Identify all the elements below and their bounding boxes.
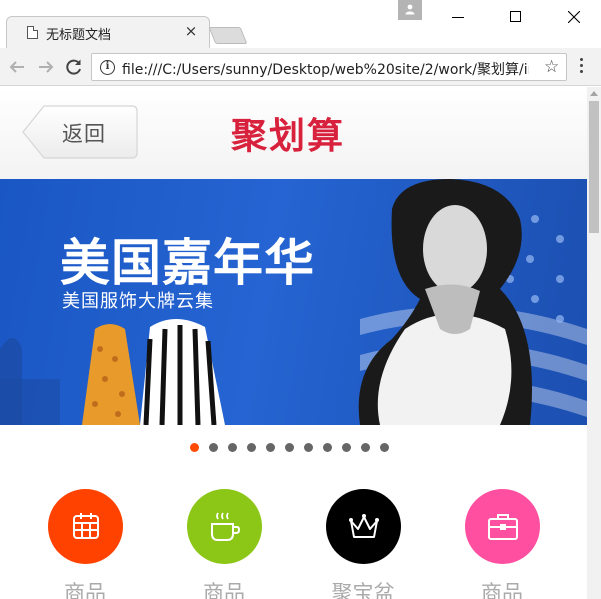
page-header: 返回 聚划算 [0, 87, 587, 179]
category-label: 聚宝盆 [331, 581, 395, 599]
carousel-dot[interactable] [361, 443, 370, 452]
carousel-dot[interactable] [190, 443, 199, 452]
browser-menu-icon[interactable] [580, 58, 584, 76]
page-viewport: 返回 聚划算 美国嘉年华 美国服饰大牌云集 商品 商品 聚宝盆 商品 [0, 87, 587, 599]
minimize-icon [452, 17, 464, 18]
site-logo: 聚划算 [231, 115, 346, 157]
category-icon-circle [465, 489, 540, 564]
user-icon [405, 4, 415, 15]
category-item[interactable]: 商品 [46, 489, 124, 599]
minimize-button[interactable] [430, 0, 488, 36]
category-label: 商品 [203, 581, 245, 599]
back-label: 返回 [62, 122, 106, 146]
promo-banner[interactable]: 美国嘉年华 美国服饰大牌云集 [0, 179, 587, 425]
tab-title: 无标题文档 [46, 28, 112, 43]
window-titlebar: 无标题文档 × [0, 0, 601, 48]
back-arrow-icon[interactable] [7, 57, 27, 77]
info-icon[interactable]: i [100, 60, 115, 75]
carousel-indicators [0, 443, 587, 453]
carousel-dot[interactable] [209, 443, 218, 452]
reload-icon[interactable] [64, 57, 84, 77]
new-tab-button[interactable] [208, 27, 248, 44]
carousel-dot[interactable] [323, 443, 332, 452]
browser-tab[interactable]: 无标题文档 × [6, 16, 210, 48]
category-item[interactable]: 商品 [463, 489, 541, 599]
tab-close-icon[interactable]: × [183, 22, 199, 40]
carousel-dot[interactable] [285, 443, 294, 452]
back-button[interactable]: 返回 [22, 105, 138, 159]
carousel-dot[interactable] [228, 443, 237, 452]
banner-subtitle: 美国服饰大牌云集 [62, 291, 214, 312]
carousel-dot[interactable] [380, 443, 389, 452]
bookmark-star-icon[interactable]: ☆ [544, 57, 559, 77]
category-item[interactable]: 聚宝盆 [324, 489, 402, 599]
calendar-icon [73, 513, 99, 539]
coffee-cup-icon [211, 512, 241, 541]
address-bar[interactable]: i file:///C:/Users/sunny/Desktop/web%20s… [91, 53, 567, 81]
document-icon [27, 26, 38, 39]
category-label: 商品 [481, 581, 523, 599]
maximize-button[interactable] [488, 0, 546, 36]
profile-button[interactable] [398, 0, 422, 20]
scroll-up-arrow-icon[interactable] [590, 91, 598, 96]
category-label: 商品 [64, 581, 106, 599]
briefcase-icon [488, 514, 518, 540]
carousel-dot[interactable] [304, 443, 313, 452]
forward-arrow-icon[interactable] [36, 57, 56, 77]
maximize-icon [510, 11, 521, 22]
category-item[interactable]: 商品 [185, 489, 263, 599]
banner-title: 美国嘉年华 [60, 234, 315, 292]
crown-icon [349, 514, 379, 538]
category-icon-circle [187, 489, 262, 564]
close-icon [568, 11, 580, 23]
close-window-button[interactable] [546, 0, 601, 36]
carousel-dot[interactable] [247, 443, 256, 452]
category-icon-circle [48, 489, 123, 564]
carousel-dot[interactable] [342, 443, 351, 452]
category-icon-circle [326, 489, 401, 564]
carousel-dot[interactable] [266, 443, 275, 452]
scrollbar-thumb[interactable] [589, 101, 599, 233]
vertical-scrollbar[interactable] [587, 87, 601, 599]
browser-toolbar: i file:///C:/Users/sunny/Desktop/web%20s… [0, 48, 601, 86]
url-text[interactable]: file:///C:/Users/sunny/Desktop/web%20sit… [122, 59, 529, 79]
